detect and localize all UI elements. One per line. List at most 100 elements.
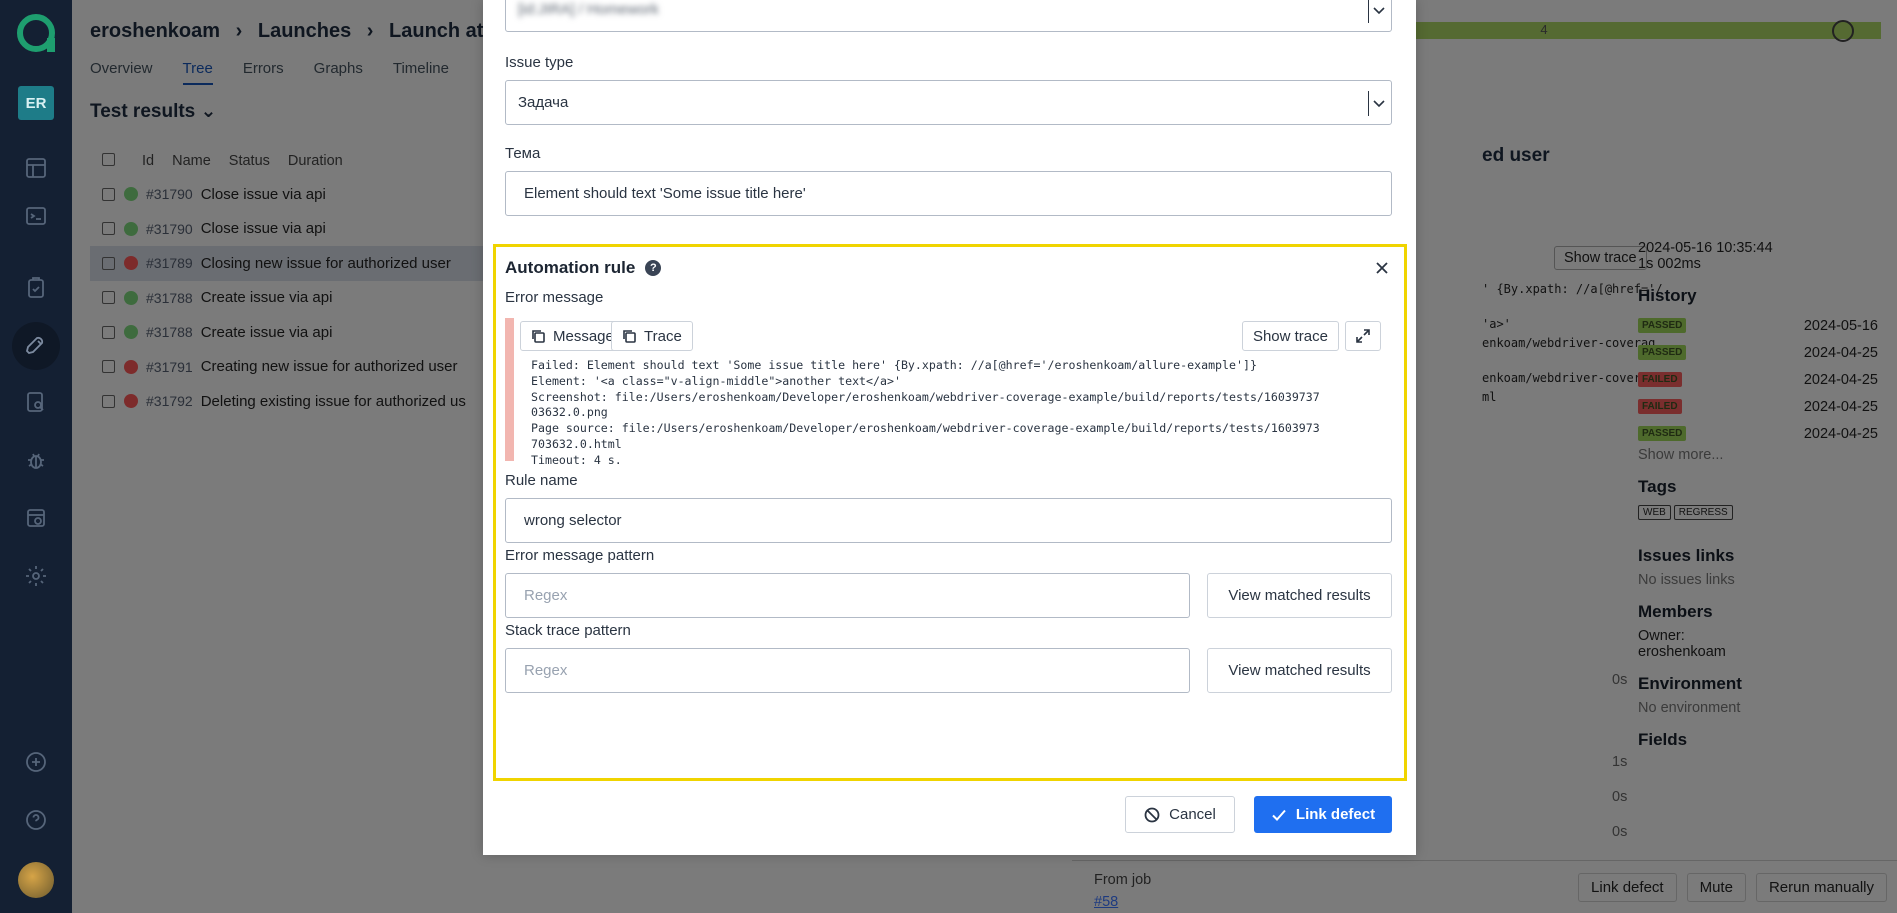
column-status[interactable]: Status (229, 153, 270, 169)
issue-type-value: Задача (518, 94, 569, 111)
cancel-button[interactable]: Cancel (1125, 796, 1235, 833)
add-plus-icon[interactable] (22, 748, 50, 776)
subject-label: Тема (505, 145, 541, 162)
issue-type-select[interactable]: Задача (505, 80, 1392, 125)
passed-status-icon (124, 221, 138, 236)
launches-rocket-icon[interactable] (22, 332, 50, 360)
history-date: 2024-05-16 (1803, 317, 1878, 334)
test-plans-icon[interactable] (22, 274, 50, 302)
trace-line: enkoam/webdriver-coverag (1482, 336, 1656, 350)
history-row[interactable]: PASSED 2024-04-25 (1638, 420, 1878, 447)
row-checkbox[interactable] (102, 187, 115, 201)
stack-pattern-input[interactable]: Regex (505, 648, 1190, 693)
history-date: 2024-04-25 (1803, 425, 1878, 442)
tab-overview[interactable]: Overview (90, 60, 153, 85)
message-button[interactable]: Message (520, 321, 625, 351)
job-link[interactable]: #58 (1094, 894, 1118, 910)
table-row[interactable]: #31790 Close issue via api (90, 177, 510, 212)
row-name: Closing new issue for authorized user (200, 254, 451, 272)
column-name[interactable]: Name (172, 153, 211, 169)
user-avatar[interactable] (18, 862, 54, 898)
jobs-icon[interactable] (22, 504, 50, 532)
view-matched-results-button[interactable]: View matched results (1207, 573, 1392, 618)
table-row[interactable]: #31791 Creating new issue for authorized … (90, 350, 510, 385)
issues-title: Issues links (1638, 546, 1735, 565)
owner-name: eroshenkoam (1638, 644, 1726, 660)
rerun-manually-button[interactable]: Rerun manually (1755, 873, 1887, 902)
project-avatar[interactable]: ER (18, 86, 54, 120)
details-trace-text: ' {By.xpath: //a[@href='/ 'a>' enkoam/webd… (1482, 280, 1663, 407)
passed-status-icon (124, 187, 138, 202)
trace-line: 'a>' (1482, 317, 1511, 331)
analytics-icon[interactable] (22, 388, 50, 416)
status-badge: PASSED (1638, 345, 1687, 360)
history-row[interactable]: FAILED 2024-04-25 (1638, 393, 1878, 420)
subject-input[interactable]: Element should text 'Some issue title he… (505, 171, 1392, 216)
integration-select[interactable]: [id:JIRA] / Homework (505, 0, 1392, 32)
row-checkbox[interactable] (102, 394, 115, 408)
row-checkbox[interactable] (102, 291, 115, 305)
error-message-box: Message Trace Show trace Failed: Element… (505, 318, 1383, 467)
close-icon[interactable] (1374, 260, 1390, 276)
column-duration[interactable]: Duration (288, 153, 343, 169)
view-matched-results-button[interactable]: View matched results (1207, 648, 1392, 693)
test-results-title[interactable]: Test results ⌄ (90, 100, 510, 123)
show-more-link[interactable]: Show more... (1638, 447, 1878, 463)
tab-errors[interactable]: Errors (243, 60, 284, 85)
breadcrumb-launches[interactable]: Launches (258, 20, 351, 42)
tab-timeline[interactable]: Timeline (393, 60, 449, 85)
row-id: #31788 (146, 289, 193, 306)
tab-tree[interactable]: Tree (182, 60, 213, 85)
trace-button[interactable]: Trace (611, 321, 693, 351)
column-id[interactable]: Id (142, 153, 154, 169)
help-question-icon[interactable]: ? (645, 260, 662, 276)
error-pattern-input[interactable]: Regex (505, 573, 1190, 618)
defects-bug-icon[interactable] (22, 446, 50, 474)
history-row[interactable]: PASSED 2024-05-16 (1638, 312, 1878, 339)
test-cases-icon[interactable] (22, 202, 50, 230)
table-row[interactable]: #31792 Deleting existing issue for author… (90, 384, 510, 419)
result-timestamp: 2024-05-16 10:35:44 (1638, 240, 1773, 256)
dashboard-icon[interactable] (22, 154, 50, 182)
trace-line: ml (1482, 390, 1497, 404)
expand-button[interactable] (1345, 321, 1381, 351)
help-question-icon[interactable] (22, 806, 50, 834)
show-trace-button[interactable]: Show trace (1241, 321, 1339, 351)
history-row[interactable]: PASSED 2024-04-25 (1638, 339, 1878, 366)
table-row[interactable]: #31790 Close issue via api (90, 212, 510, 247)
tab-graphs[interactable]: Graphs (314, 60, 363, 85)
history-row[interactable]: FAILED 2024-04-25 (1638, 366, 1878, 393)
settings-gear-icon[interactable] (22, 562, 50, 590)
status-badge: FAILED (1638, 372, 1682, 387)
table-row[interactable]: #31788 Create issue via api (90, 315, 510, 350)
chevron-down-icon (1373, 7, 1385, 15)
tag: WEB (1638, 505, 1671, 520)
fields-title: Fields (1638, 730, 1688, 749)
launch-settings-icon[interactable] (1832, 20, 1854, 42)
footer-link-defect-button[interactable]: Link defect (1578, 873, 1677, 902)
select-all-checkbox[interactable] (102, 153, 115, 166)
from-job-label: From job (1094, 872, 1152, 888)
details-show-trace-button[interactable]: Show trace (1554, 246, 1647, 270)
tags-list: WEB REGRESS (1638, 503, 1878, 520)
job-info: From job #58 (1094, 869, 1151, 913)
status-badge: PASSED (1638, 426, 1687, 441)
result-duration: 1s 002ms (1638, 256, 1701, 272)
breadcrumb-project[interactable]: eroshenkoam (90, 20, 220, 42)
table-row[interactable]: #31788 Create issue via api (90, 281, 510, 316)
allure-logo-icon[interactable] (17, 14, 55, 52)
table-row-selected[interactable]: #31789 Closing new issue for authorized u… (90, 246, 510, 281)
automation-rule-header: Automation rule ? (505, 258, 662, 278)
mute-button[interactable]: Mute (1686, 873, 1746, 902)
trace-button-label: Trace (644, 327, 682, 345)
step-duration: 0s (1612, 672, 1628, 688)
rule-name-input[interactable]: wrong selector (505, 498, 1392, 543)
history-date: 2024-04-25 (1803, 398, 1878, 415)
issue-type-label: Issue type (505, 54, 574, 71)
row-checkbox[interactable] (102, 256, 115, 270)
link-defect-button[interactable]: Link defect (1254, 796, 1392, 833)
row-checkbox[interactable] (102, 222, 115, 236)
trace-line: enkoam/webdriver-covera (1482, 371, 1649, 385)
row-checkbox[interactable] (102, 360, 115, 374)
row-checkbox[interactable] (102, 325, 115, 339)
